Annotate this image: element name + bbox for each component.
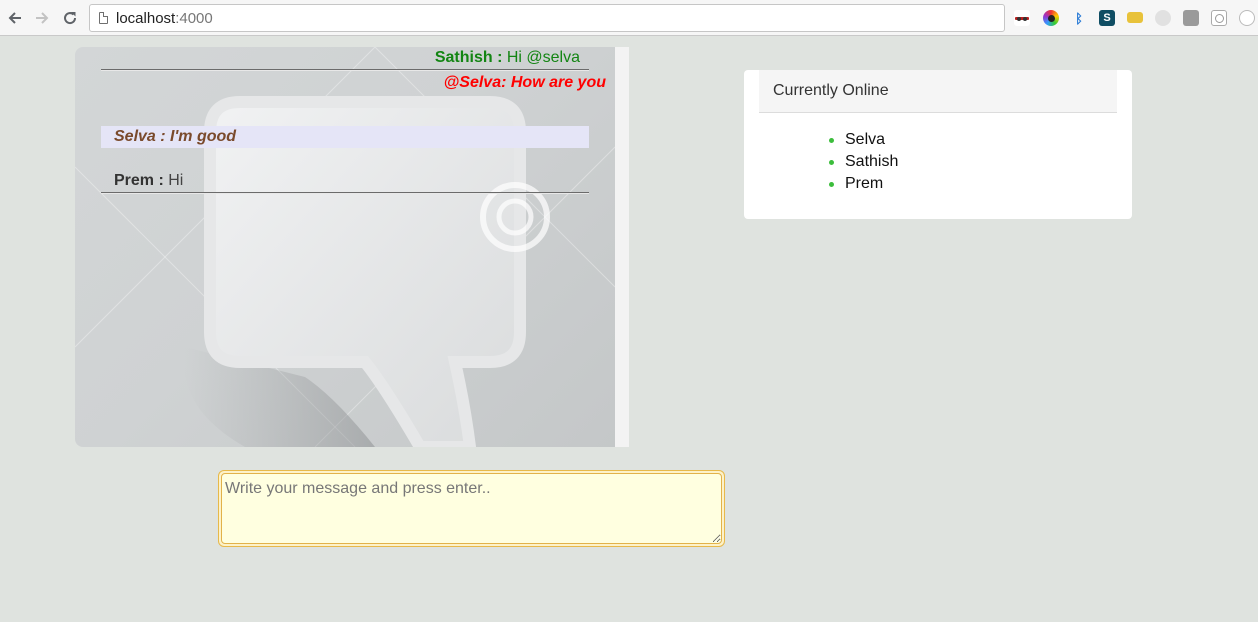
chat-message: Prem : Hi	[114, 171, 183, 191]
message-divider	[101, 192, 589, 193]
incognito-extension-icon[interactable]	[1014, 10, 1030, 26]
online-status-dot-icon	[829, 182, 834, 187]
back-button[interactable]	[4, 7, 26, 29]
square-extension-icon[interactable]	[1211, 10, 1227, 26]
online-panel-title: Currently Online	[773, 82, 889, 99]
chat-message: Sathish : Hi @selva	[435, 48, 580, 68]
online-status-dot-icon	[829, 138, 834, 143]
message-text: Hi @selva	[502, 49, 580, 66]
arrow-right-icon	[36, 12, 49, 24]
address-bar[interactable]: localhost:4000	[89, 4, 1005, 32]
color-picker-extension-icon[interactable]	[1043, 10, 1059, 26]
online-users-panel: Currently Online Selva Sathish Prem	[744, 70, 1132, 219]
online-user-item: Prem	[829, 173, 898, 195]
bluetooth-extension-icon[interactable]: ᛒ	[1071, 10, 1087, 26]
chat-message: Selva : I'm good	[114, 127, 236, 147]
browser-toolbar: localhost:4000 ᛒ S	[0, 0, 1258, 36]
online-user-item: Selva	[829, 129, 898, 151]
message-input-focus-ring	[218, 470, 725, 547]
chat-message: @Selva: How are you	[444, 73, 606, 93]
online-user-name: Selva	[845, 131, 886, 148]
reload-button[interactable]	[59, 7, 81, 29]
ruler-extension-icon[interactable]	[1127, 12, 1143, 23]
online-user-name: Prem	[845, 175, 884, 192]
chat-messages-panel[interactable]: Sathish : Hi @selva @Selva: How are you …	[75, 47, 629, 447]
url-text[interactable]: localhost:4000	[116, 10, 213, 27]
message-author: Prem :	[114, 172, 164, 189]
online-user-item: Sathish	[829, 151, 898, 173]
s-extension-icon[interactable]: S	[1099, 10, 1115, 26]
online-status-dot-icon	[829, 160, 834, 165]
online-users-list: Selva Sathish Prem	[829, 129, 898, 195]
reload-icon	[64, 12, 77, 25]
page-icon	[99, 12, 108, 24]
message-input[interactable]	[221, 473, 722, 544]
shield-extension-icon[interactable]	[1183, 10, 1199, 26]
message-text: Hi	[163, 172, 184, 189]
forward-button[interactable]	[31, 7, 53, 29]
message-divider	[101, 69, 589, 70]
circle-extension-icon[interactable]	[1239, 10, 1255, 26]
message-text: Selva : I'm good	[114, 128, 237, 145]
online-panel-header: Currently Online	[759, 70, 1117, 113]
arrow-left-icon	[8, 12, 21, 24]
message-author: Sathish :	[434, 49, 503, 66]
online-user-name: Sathish	[845, 153, 899, 170]
speech-bubble-background-image	[75, 47, 615, 447]
message-text: @Selva: How are you	[443, 74, 606, 91]
scrollbar-track[interactable]	[615, 47, 629, 447]
disabled-extension-icon[interactable]	[1155, 10, 1171, 26]
